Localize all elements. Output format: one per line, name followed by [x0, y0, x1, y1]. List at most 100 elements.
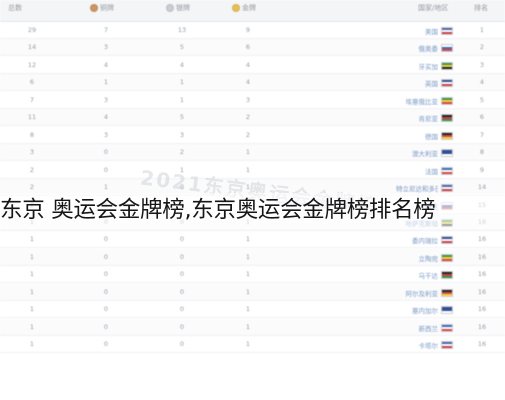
- gold-count: 2: [245, 113, 251, 122]
- rank-number: 6: [479, 113, 485, 122]
- header-silver[interactable]: 银牌: [166, 3, 190, 13]
- gold-count: 1: [245, 270, 251, 279]
- rank-number: 14: [477, 183, 487, 192]
- bronze-count: 3: [103, 95, 109, 104]
- bronze-count: 3: [103, 43, 109, 52]
- table-row[interactable]: 29 7 13 9 美国 1: [0, 22, 505, 39]
- country-link[interactable]: 法国: [396, 166, 438, 176]
- country-link[interactable]: 埃塞俄比亚: [396, 96, 439, 106]
- header-country-label: 国家/地区: [418, 4, 449, 12]
- silver-count: 0: [179, 340, 185, 349]
- table-row[interactable]: 1 0 0 1 阿尔及利亚 16: [0, 283, 505, 301]
- header-rank: 排名: [474, 3, 488, 13]
- country-link[interactable]: 肯尼亚: [396, 113, 439, 123]
- gold-count: 1: [245, 235, 251, 244]
- silver-medal-icon: [166, 4, 174, 12]
- country-link[interactable]: 澳大利亚: [396, 148, 438, 158]
- country-flag-icon: [441, 323, 453, 332]
- silver-count: 0: [179, 287, 185, 296]
- table-row[interactable]: 7 3 1 3 埃塞俄比亚 5: [0, 92, 505, 109]
- rank-number: 2: [479, 43, 485, 52]
- total-count: 8: [29, 130, 35, 139]
- rank-number: 4: [479, 78, 485, 87]
- gold-count: 1: [245, 305, 251, 314]
- rank-number: 3: [479, 60, 485, 69]
- country-link[interactable]: 牙买加: [396, 61, 439, 71]
- bronze-count: 7: [103, 26, 109, 34]
- gold-count: 6: [245, 43, 251, 52]
- country-link[interactable]: 特立尼达和多巴哥: [396, 183, 438, 193]
- table-row[interactable]: 1 0 0 1 塞内加尔 16: [0, 301, 505, 319]
- table-row[interactable]: 1 0 0 1 乌干达 16: [0, 266, 505, 284]
- gold-count: 1: [245, 340, 251, 349]
- bronze-count: 0: [103, 165, 109, 174]
- table-row[interactable]: 1 0 0 1 新西兰 16: [0, 318, 505, 336]
- country-link[interactable]: 卡塔尔: [396, 340, 439, 350]
- country-link[interactable]: 立陶宛: [396, 253, 439, 263]
- silver-count: 1: [179, 95, 185, 104]
- total-count: 1: [29, 235, 35, 244]
- header-rank-label: 排名: [474, 4, 488, 12]
- bronze-count: 1: [103, 78, 109, 87]
- total-count: 1: [29, 305, 35, 314]
- gold-count: 1: [245, 322, 251, 331]
- country-flag-icon: [441, 131, 453, 140]
- table-row[interactable]: 1 0 0 1 卡塔尔 16: [0, 336, 505, 354]
- header-country: 国家/地区: [418, 3, 448, 13]
- bronze-count: 0: [103, 340, 109, 349]
- country-flag-icon: [441, 184, 453, 193]
- table-row[interactable]: 3 0 2 1 澳大利亚 8: [0, 144, 505, 162]
- table-row[interactable]: 1 0 0 1 委内瑞拉 16: [0, 231, 505, 249]
- rank-number: 1: [479, 26, 485, 34]
- country-link[interactable]: 德国: [396, 131, 438, 141]
- country-flag-icon: [441, 306, 453, 315]
- silver-count: 2: [179, 148, 185, 157]
- silver-count: 3: [179, 130, 185, 139]
- table-row[interactable]: 1 0 0 1 立陶宛 16: [0, 248, 505, 266]
- header-silver-label: 银牌: [176, 4, 190, 12]
- country-link[interactable]: 乌干达: [396, 270, 439, 280]
- total-count: 3: [29, 148, 35, 157]
- bronze-count: 0: [103, 148, 109, 157]
- header-gold[interactable]: 金牌: [232, 3, 256, 13]
- silver-count: 0: [179, 322, 185, 331]
- table-row[interactable]: 8 3 3 2 德国 7: [0, 127, 505, 144]
- table-row[interactable]: 12 4 4 4 牙买加 3: [0, 57, 505, 74]
- total-count: 1: [29, 322, 35, 331]
- silver-count: 13: [177, 26, 187, 34]
- country-flag-icon: [441, 27, 453, 35]
- header-total-label: 总数: [8, 4, 22, 12]
- table-row[interactable]: 14 3 5 6 俄奥委 2: [0, 39, 505, 57]
- total-count: 1: [29, 287, 35, 296]
- gold-count: 9: [245, 26, 251, 34]
- country-link[interactable]: 新西兰: [396, 323, 439, 333]
- table-row[interactable]: 6 1 1 4 英国 4: [0, 74, 505, 92]
- country-link[interactable]: 委内瑞拉: [396, 235, 438, 245]
- bronze-count: 0: [103, 322, 109, 331]
- country-flag-icon: [441, 166, 453, 175]
- bronze-count: 4: [103, 60, 109, 69]
- country-link[interactable]: 塞内加尔: [396, 305, 438, 315]
- rank-number: 16: [477, 235, 487, 244]
- header-total: 总数: [8, 3, 22, 13]
- country-flag-icon: [441, 236, 453, 245]
- gold-count: 3: [245, 95, 251, 104]
- country-link[interactable]: 美国: [396, 26, 438, 36]
- country-link[interactable]: 英国: [396, 78, 438, 88]
- table-row[interactable]: 11 4 5 2 肯尼亚 6: [0, 109, 505, 127]
- total-count: 11: [27, 113, 37, 122]
- silver-count: 1: [179, 78, 185, 87]
- gold-count: 4: [245, 78, 251, 87]
- country-flag-icon: [441, 61, 453, 70]
- bronze-count: 3: [103, 130, 109, 139]
- gold-medal-icon: [232, 4, 240, 12]
- total-count: 1: [29, 270, 35, 279]
- silver-count: 5: [179, 43, 185, 52]
- rank-number: 16: [477, 287, 487, 296]
- rank-number: 16: [477, 340, 487, 349]
- header-bronze[interactable]: 铜牌: [90, 3, 114, 13]
- country-link[interactable]: 阿尔及利亚: [396, 288, 439, 298]
- header-gold-label: 金牌: [242, 4, 256, 12]
- gold-count: 2: [245, 130, 251, 139]
- country-link[interactable]: 俄奥委: [396, 43, 439, 53]
